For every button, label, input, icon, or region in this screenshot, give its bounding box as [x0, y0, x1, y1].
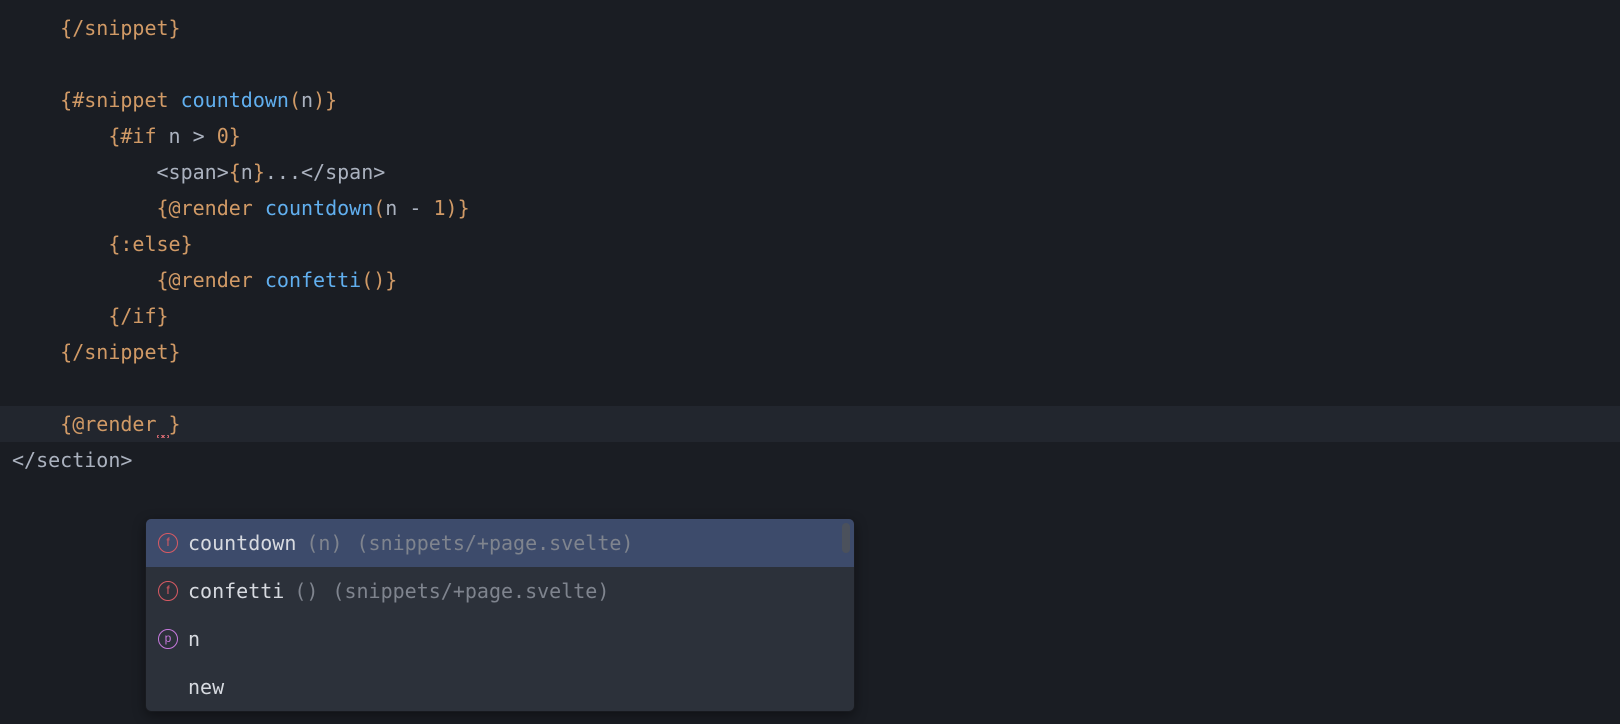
code-line[interactable]: {@render confetti()} — [0, 262, 1620, 298]
code-line[interactable] — [0, 46, 1620, 82]
code-line[interactable]: <span>{n}...</span> — [0, 154, 1620, 190]
code-token: {/snippet} — [60, 16, 180, 40]
autocomplete-signature: (n) — [306, 525, 342, 561]
autocomplete-scrollbar[interactable] — [842, 523, 850, 707]
code-token: } — [385, 268, 397, 292]
function-icon: f — [158, 581, 178, 601]
code-token: } — [325, 88, 337, 112]
autocomplete-item[interactable]: f confetti () (snippets/+page.svelte) — [146, 567, 854, 615]
code-token: } — [458, 196, 470, 220]
autocomplete-label: countdown — [188, 525, 296, 561]
code-line[interactable]: {:else} — [0, 226, 1620, 262]
code-token: {@render — [157, 196, 253, 220]
code-token: {@render — [60, 412, 156, 436]
code-token: {/if} — [108, 304, 168, 328]
autocomplete-path: (snippets/+page.svelte) — [357, 525, 634, 561]
autocomplete-label: new — [188, 669, 224, 705]
autocomplete-label: n — [188, 621, 200, 657]
code-token: } — [229, 124, 241, 148]
function-icon: f — [158, 533, 178, 553]
autocomplete-item[interactable]: f countdown (n) (snippets/+page.svelte) — [146, 519, 854, 567]
code-token: () — [361, 268, 385, 292]
code-token: } — [169, 412, 181, 436]
code-token: ) — [446, 196, 458, 220]
code-line[interactable]: {#if n > 0} — [0, 118, 1620, 154]
code-token: ) — [313, 88, 325, 112]
code-line[interactable]: </section> — [0, 442, 1620, 478]
code-token: {#snippet — [60, 88, 168, 112]
code-token: n — [301, 88, 313, 112]
code-token: ( — [289, 88, 301, 112]
code-token: <span> — [157, 160, 229, 184]
code-line[interactable]: {/snippet} — [0, 10, 1620, 46]
code-token: { — [229, 160, 241, 184]
code-line[interactable]: {@render countdown(n - 1)} — [0, 190, 1620, 226]
autocomplete-item[interactable]: new — [146, 663, 854, 711]
code-token: {:else} — [108, 232, 192, 256]
code-token: </span> — [301, 160, 385, 184]
code-token: n — [241, 160, 253, 184]
code-token: {@render — [157, 268, 253, 292]
code-token: n > — [157, 124, 217, 148]
code-active-line[interactable]: {@render } — [0, 406, 1620, 442]
code-line[interactable]: {#snippet countdown(n)} — [0, 82, 1620, 118]
code-line[interactable]: {/snippet} — [0, 334, 1620, 370]
code-token: countdown — [253, 196, 373, 220]
code-token: 0 — [217, 124, 229, 148]
code-token: - — [397, 196, 433, 220]
autocomplete-item[interactable]: pn — [146, 615, 854, 663]
autocomplete-signature: () — [294, 573, 318, 609]
autocomplete-scrollbar-thumb[interactable] — [842, 523, 850, 553]
autocomplete-popup[interactable]: f countdown (n) (snippets/+page.svelte) fco… — [145, 518, 855, 712]
code-line[interactable] — [0, 370, 1620, 406]
code-token: ( — [373, 196, 385, 220]
error-squiggle — [157, 412, 169, 438]
autocomplete-label: confetti — [188, 573, 284, 609]
property-icon: p — [158, 629, 178, 649]
code-token: {/snippet} — [60, 340, 180, 364]
code-token: confetti — [253, 268, 361, 292]
autocomplete-path: (snippets/+page.svelte) — [332, 573, 609, 609]
code-line[interactable]: {/if} — [0, 298, 1620, 334]
code-token: 1 — [433, 196, 445, 220]
code-token: countdown — [169, 88, 289, 112]
keyword-icon — [158, 677, 178, 697]
code-editor[interactable]: {/snippet} {#snippet countdown(n)} {#if … — [0, 0, 1620, 478]
code-token: {#if — [108, 124, 156, 148]
code-token: n — [385, 196, 397, 220]
code-token: } — [253, 160, 265, 184]
code-token: ... — [265, 160, 301, 184]
code-token: </section> — [12, 448, 132, 472]
